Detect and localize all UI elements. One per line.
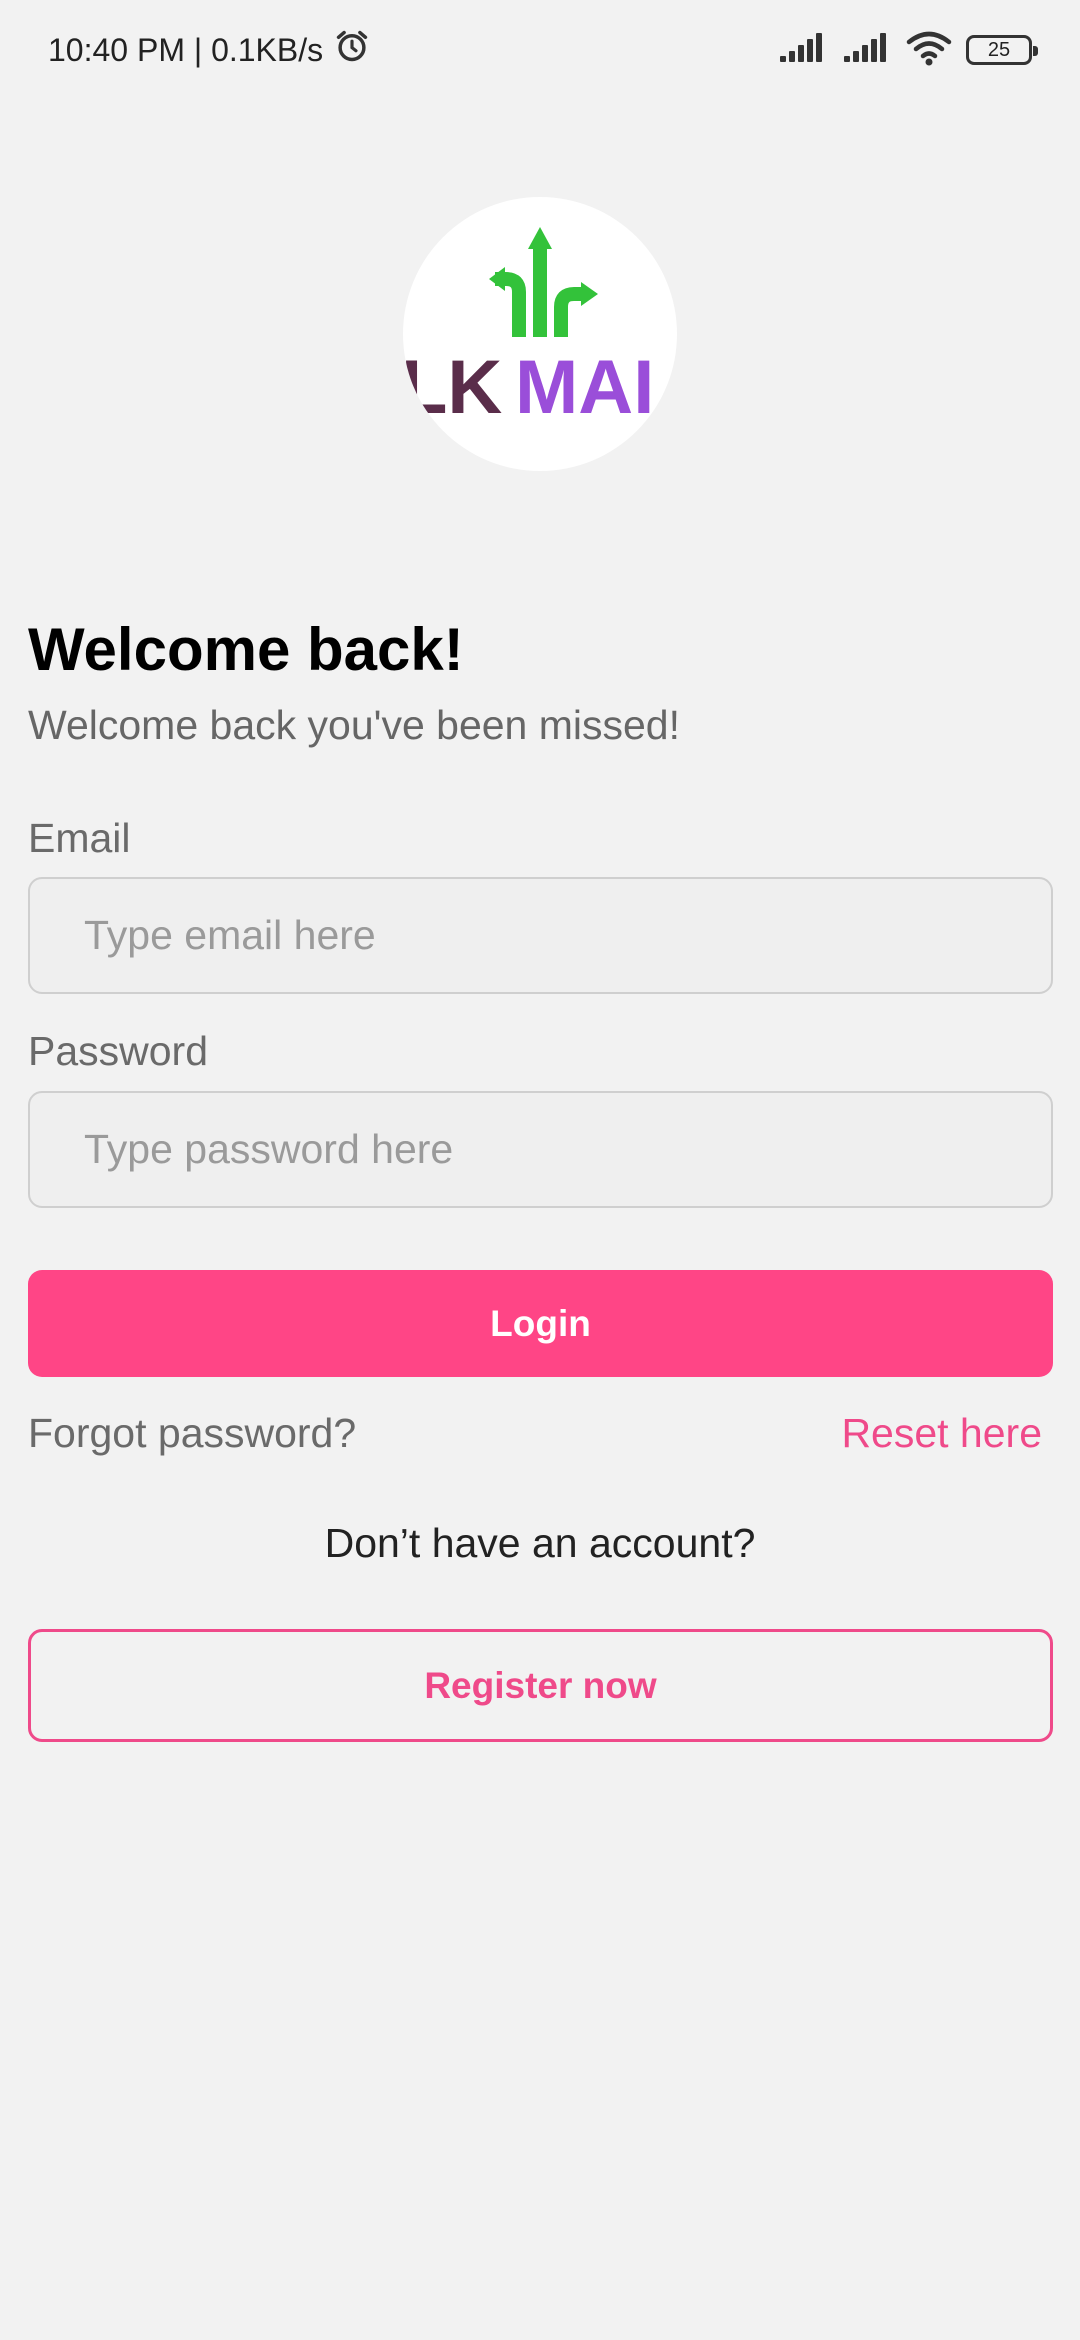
battery-level: 25 [987, 38, 1011, 61]
signal-icon [778, 32, 828, 69]
password-label: Password [28, 1028, 209, 1074]
reset-link[interactable]: Reset here [841, 1410, 1042, 1457]
page-title: Welcome back! [28, 616, 464, 683]
status-right: 25 [778, 30, 1038, 71]
register-button[interactable]: Register now [28, 1629, 1053, 1742]
battery-icon: 25 [966, 35, 1038, 65]
email-label: Email [28, 815, 131, 861]
status-left: 10:40 PM | 0.1KB/s [48, 27, 371, 73]
login-button[interactable]: Login [28, 1270, 1053, 1377]
signal-icon [842, 32, 892, 69]
status-time-speed: 10:40 PM | 0.1KB/s [48, 31, 324, 68]
wifi-icon [906, 30, 952, 71]
no-account-text: Don’t have an account? [324, 1520, 756, 1566]
arrows-icon [495, 242, 581, 337]
page-subtitle: Welcome back you've been missed! [28, 702, 680, 748]
logo-text-dark: LK [403, 345, 502, 430]
logo-text-accent: MAI [515, 345, 654, 430]
login-screen: 10:40 PM | 0.1KB/s 25 LK MAI Welcome bac… [0, 0, 1080, 2340]
app-logo: LK MAI [403, 197, 677, 471]
password-field[interactable] [28, 1091, 1053, 1208]
forgot-password-text: Forgot password? [28, 1410, 357, 1456]
status-bar: 10:40 PM | 0.1KB/s 25 [0, 0, 1080, 100]
alarm-icon [333, 27, 371, 73]
email-field[interactable] [28, 877, 1053, 994]
